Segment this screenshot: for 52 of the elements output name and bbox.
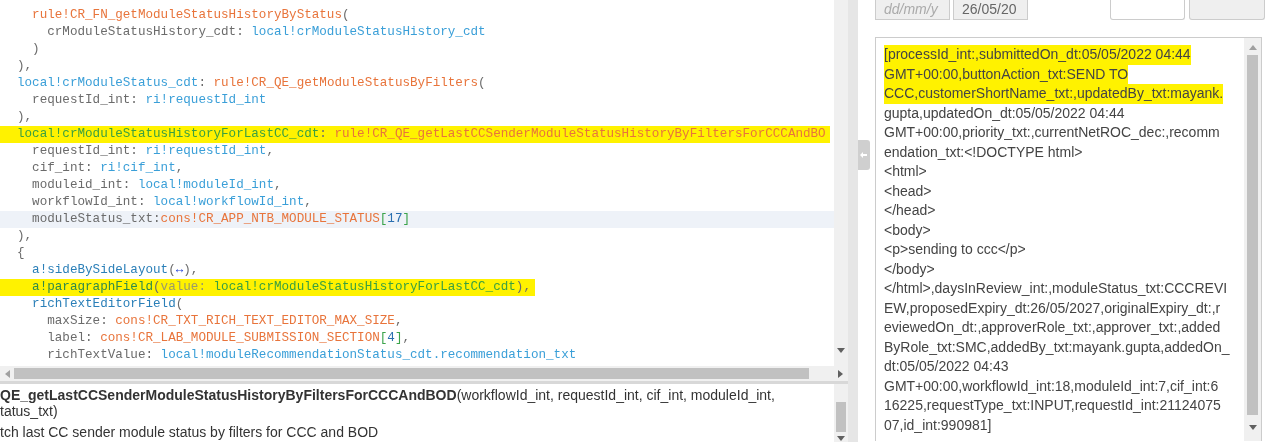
code-line: moduleid_int: local!moduleId_int, — [31, 177, 283, 194]
scroll-left-icon[interactable] — [4, 369, 10, 378]
vertical-scrollbar[interactable] — [834, 384, 848, 442]
code-line: requestId_int: ri!requestId_int, — [31, 143, 275, 160]
code-line: crModuleStatusHistory_cdt: local!crModuleStatusHistory_cdt — [46, 24, 487, 41]
code-line: richTextEditorField( — [31, 296, 185, 313]
arrow-left-icon — [860, 151, 868, 159]
code-line: maxSize: cons!CR_TXT_RICH_TEXT_EDITOR_MAX_SIZE, — [46, 313, 404, 330]
code-line: ), — [16, 58, 34, 75]
text-line: EW,proposedExpiry_dt:26/05/2027,originalExpiry_dt:,r — [884, 298, 1221, 318]
text-line: 16225,requestType_txt:INPUT,requestId_int:21124075 — [884, 396, 1221, 415]
code-line: richTextValue: local!moduleRecommendationStatus_cdt.recommendation_txt — [46, 347, 578, 364]
input-field[interactable] — [1110, 0, 1185, 20]
code-line: requestId_int: ri!requestId_int — [31, 92, 268, 109]
text-line: GMT+00:00,workflowId_int:18,moduleId_int:7,cif_int:6 — [884, 376, 1219, 396]
code-line: rule!CR_FN_getModuleStatusHistoryByStatus( — [31, 7, 351, 24]
text-line: GMT+00:00,priority_txt:,currentNetROC_dec:,recomm — [884, 123, 1220, 142]
text-line: <html> — [884, 162, 927, 181]
code-line: local!crModuleStatus_cdt: rule!CR_QE_getModuleStatusByFilters( — [16, 75, 487, 92]
signature-text: QE_getLastCCSenderModuleStatusHistoryByFiltersForCCCAndBOD(workflowId_int, requestId_int, cif_int, moduleId_int, — [0, 387, 776, 403]
code-line: a!sideBySideLayout(↔), — [31, 262, 200, 279]
code-line: label: cons!CR_LAB_MODULE_SUBMISSION_SECTION[4], — [46, 330, 412, 347]
scroll-right-icon[interactable] — [838, 369, 844, 378]
signature-text: tatus_txt) — [0, 403, 59, 419]
text-line: eviewedOn_dt:,approverRole_txt:,approver_txt:,added — [884, 318, 1221, 337]
scroll-down-icon[interactable] — [837, 348, 845, 355]
text-line: endation_txt:<!DOCTYPE html> — [884, 142, 1083, 162]
scroll-down-icon[interactable] — [1248, 425, 1257, 431]
code-line: cif_int: ri!cif_int, — [31, 160, 185, 177]
vertical-scrollbar[interactable] — [1244, 38, 1261, 441]
text-line: dt:05/05/2022 04:43 — [884, 357, 1009, 376]
code-line: ) — [31, 41, 41, 58]
vertical-scrollbar[interactable] — [834, 0, 848, 367]
scroll-down-icon[interactable] — [837, 436, 845, 442]
text-line: <body> — [884, 220, 931, 240]
code-line: ), — [16, 109, 34, 126]
code-line: workflowId_int: local!workflowId_int, — [31, 194, 313, 211]
text-line: gupta,updatedOn_dt:05/05/2022 04:44 — [884, 103, 1125, 123]
scroll-up-icon[interactable] — [1248, 45, 1257, 51]
text-line: 07,id_int:990981] — [884, 415, 992, 435]
text-area[interactable] — [875, 37, 1262, 441]
text-line: </head> — [884, 201, 936, 220]
code-line: { — [16, 245, 26, 262]
text-line: </body> — [884, 259, 935, 279]
collapse-handle[interactable] — [858, 140, 870, 170]
horizontal-scrollbar[interactable] — [0, 366, 848, 381]
text-line: <head> — [884, 181, 932, 201]
code-line: ), — [16, 228, 34, 245]
description-text: tch last CC sender module status by filters for CCC and BOD — [0, 424, 380, 440]
text-line: ByRole_txt:SMC,addedBy_txt:mayank.gupta,addedOn_ — [884, 337, 1230, 357]
text-line: </html>,daysInReview_int:,moduleStatus_txt:CCCREVI — [884, 279, 1228, 298]
text-line: <p>sending to ccc</p> — [884, 240, 1026, 259]
